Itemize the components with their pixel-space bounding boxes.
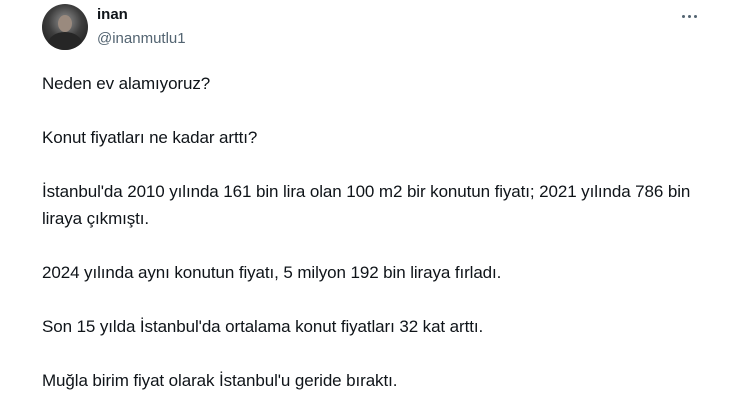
author-display-name[interactable]: inan bbox=[97, 6, 128, 24]
tweet-paragraph: Konut fiyatları ne kadar arttı? bbox=[42, 128, 258, 147]
tweet-card: inan @inanmutlu1 Neden ev alamıyoruz? Ko… bbox=[0, 0, 730, 420]
author-handle[interactable]: @inanmutlu1 bbox=[97, 30, 186, 48]
more-options-icon[interactable] bbox=[674, 6, 704, 26]
avatar[interactable] bbox=[42, 4, 88, 50]
tweet-paragraph: Son 15 yılda İstanbul'da ortalama konut … bbox=[42, 317, 484, 336]
tweet-paragraph: İstanbul'da 2010 yılında 161 bin lira ol… bbox=[42, 182, 691, 228]
tweet-paragraph: Neden ev alamıyoruz? bbox=[42, 74, 211, 93]
more-dot bbox=[687, 14, 691, 18]
tweet-paragraph: 2024 yılında aynı konutun fiyatı, 5 mily… bbox=[42, 263, 502, 282]
more-dot bbox=[681, 14, 685, 18]
tweet-paragraph: Muğla birim fiyat olarak İstanbul'u geri… bbox=[42, 371, 398, 390]
tweet-text: Neden ev alamıyoruz? Konut fiyatları ne … bbox=[42, 70, 712, 394]
avatar-head bbox=[58, 15, 72, 32]
more-dot bbox=[693, 14, 697, 18]
avatar-shoulders bbox=[48, 32, 82, 50]
